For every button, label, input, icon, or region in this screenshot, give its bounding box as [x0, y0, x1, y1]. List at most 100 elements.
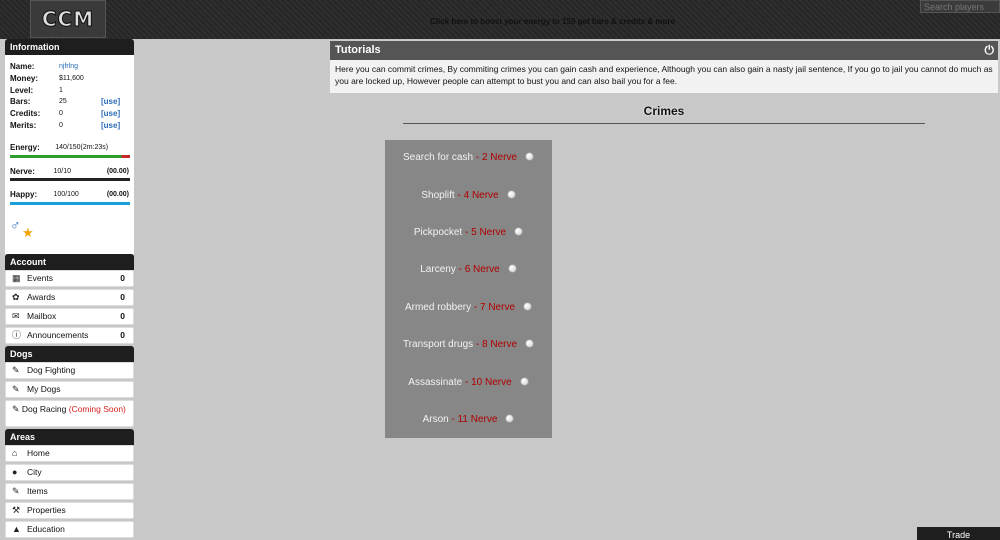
nerve-meter: Nerve: 10/10 (00.00): [10, 166, 130, 182]
use-bars-link[interactable]: [use]: [101, 96, 120, 108]
crime-nerve-cost: - 11 Nerve: [448, 414, 498, 425]
sidebar-item-items[interactable]: ✎ Items: [5, 483, 134, 500]
calendar-icon: ▦: [12, 273, 21, 283]
crime-option[interactable]: Pickpocket - 5 Nerve: [385, 227, 552, 238]
coming-soon-note: (Coming Soon): [68, 404, 126, 414]
tutorials-title: Tutorials: [335, 44, 381, 56]
sidebar-item-label: Announcements: [27, 330, 89, 340]
energy-meter: Energy: 140/150(2m:23s): [10, 142, 130, 158]
crime-radio[interactable]: [523, 302, 533, 311]
happy-bar: [10, 202, 130, 206]
sidebar-item-label: Events: [27, 273, 53, 283]
information-heading: Information: [5, 39, 134, 55]
pencil-icon: ✎: [12, 365, 20, 375]
stat-label: Name:: [10, 62, 35, 71]
tutorials-header: Tutorials ⏻: [330, 41, 998, 60]
stat-label: Merits:: [10, 120, 37, 130]
boost-energy-link[interactable]: Click here to boost your energy to 150 g…: [0, 17, 1000, 26]
crime-option[interactable]: Larceny - 6 Nerve: [385, 264, 552, 275]
trade-button[interactable]: Trade: [917, 527, 1000, 540]
meter-label: Happy:: [10, 190, 38, 200]
sidebar-item-city[interactable]: ● City: [5, 464, 134, 481]
crime-option[interactable]: Armed robbery - 7 Nerve: [385, 302, 552, 313]
player-name-link[interactable]: njfrlng: [59, 61, 101, 73]
crime-radio[interactable]: [507, 264, 517, 273]
sidebar-item-properties[interactable]: ⚒ Properties: [5, 502, 134, 519]
tutorials-text: Here you can commit crimes, By commiting…: [330, 60, 998, 93]
information-panel: Name: njfrlng Money: $11,600 Level: 1 Ba…: [5, 55, 134, 254]
power-icon[interactable]: ⏻: [985, 41, 995, 60]
sidebar-item-label: City: [27, 467, 42, 477]
stats-list: Name: njfrlng Money: $11,600 Level: 1 Ba…: [10, 61, 129, 132]
meter-label: Nerve:: [10, 166, 35, 176]
crime-nerve-cost: - 6 Nerve: [455, 264, 500, 275]
stat-row-credits: Credits: 0 [use]: [10, 108, 129, 120]
stat-value: 1: [59, 86, 63, 94]
meter-label: Energy:: [10, 142, 40, 152]
item-count: 0: [120, 330, 125, 340]
stat-value: 0: [59, 110, 63, 118]
sidebar-item-announcements[interactable]: ⓘ Announcements 0: [5, 327, 134, 344]
nerve-bar: [10, 178, 130, 182]
crime-radio[interactable]: [505, 414, 515, 423]
crime-radio[interactable]: [524, 152, 534, 161]
sidebar-item-my-dogs[interactable]: ✎ My Dogs: [5, 381, 134, 398]
stat-row-level: Level: 1: [10, 85, 129, 97]
sidebar-item-label: Home: [27, 448, 50, 458]
crime-name: Search for cash: [403, 152, 474, 163]
crime-name: Shoplift: [421, 190, 455, 201]
crime-name: Armed robbery: [404, 302, 472, 313]
crime-radio[interactable]: [514, 227, 524, 236]
crime-name: Larceny: [420, 264, 456, 275]
pin-icon: ●: [12, 467, 18, 477]
stat-row-money: Money: $11,600: [10, 73, 129, 85]
stat-value: 0: [59, 121, 63, 129]
sidebar: Information Name: njfrlng Money: $11,600…: [5, 39, 134, 540]
use-merits-link[interactable]: [use]: [101, 120, 120, 132]
stat-row-merits: Merits: 0 [use]: [10, 120, 129, 132]
pencil-icon: ✎: [12, 486, 20, 496]
meter-value: 140/150(2m:23s): [55, 143, 109, 151]
search-players-input[interactable]: [920, 0, 1000, 13]
item-count: 0: [120, 311, 125, 321]
pencil-icon: ✎: [12, 404, 20, 414]
crimes-list: Search for cash - 2 Nerve Shoplift - 4 N…: [385, 140, 552, 438]
sidebar-item-dog-fighting[interactable]: ✎ Dog Fighting: [5, 362, 134, 379]
crime-option[interactable]: Shoplift - 4 Nerve: [385, 190, 552, 201]
crime-radio[interactable]: [525, 339, 535, 348]
areas-heading: Areas: [5, 429, 134, 445]
crime-option[interactable]: Transport drugs - 8 Nerve: [385, 339, 552, 350]
sidebar-item-label: Dog Fighting: [27, 365, 76, 375]
crime-nerve-cost: - 5 Nerve: [462, 227, 507, 238]
stat-value: 25: [59, 98, 67, 106]
sidebar-item-mailbox[interactable]: ✉ Mailbox 0: [5, 308, 134, 325]
crime-radio[interactable]: [519, 377, 529, 386]
sidebar-item-home[interactable]: ⌂ Home: [5, 445, 134, 462]
pencil-icon: ✎: [12, 384, 20, 394]
stat-label: Level:: [10, 85, 34, 95]
stat-value: $11,600: [59, 74, 84, 82]
stat-label: Bars:: [10, 97, 31, 107]
sidebar-item-label: Items: [27, 486, 48, 496]
crime-radio[interactable]: [506, 190, 516, 199]
meter-value: 100/100: [53, 191, 79, 199]
crimes-divider: [403, 123, 925, 124]
status-icons: ♂ ★: [10, 217, 129, 240]
crime-option[interactable]: Arson - 11 Nerve: [385, 414, 552, 425]
sidebar-item-awards[interactable]: ✿ Awards 0: [5, 289, 134, 306]
crime-option[interactable]: Search for cash - 2 Nerve: [385, 152, 552, 163]
crime-option[interactable]: Assassinate - 10 Nerve: [385, 377, 552, 388]
wrench-icon: ⚒: [12, 505, 21, 515]
sidebar-item-dog-racing[interactable]: ✎ Dog Racing (Coming Soon): [5, 400, 134, 427]
paw-icon: ✿: [12, 292, 20, 302]
meter-timer: (00.00): [106, 167, 129, 175]
use-credits-link[interactable]: [use]: [101, 108, 120, 120]
crime-nerve-cost: - 4 Nerve: [454, 190, 499, 201]
sidebar-item-label: My Dogs: [27, 384, 61, 394]
sidebar-item-events[interactable]: ▦ Events 0: [5, 270, 134, 287]
crimes-title: Crimes: [643, 104, 685, 118]
sidebar-item-label: Mailbox: [27, 311, 57, 321]
sidebar-item-label: Awards: [27, 292, 56, 302]
item-count: 0: [120, 273, 125, 283]
sidebar-item-education[interactable]: ▲ Education: [5, 521, 134, 538]
